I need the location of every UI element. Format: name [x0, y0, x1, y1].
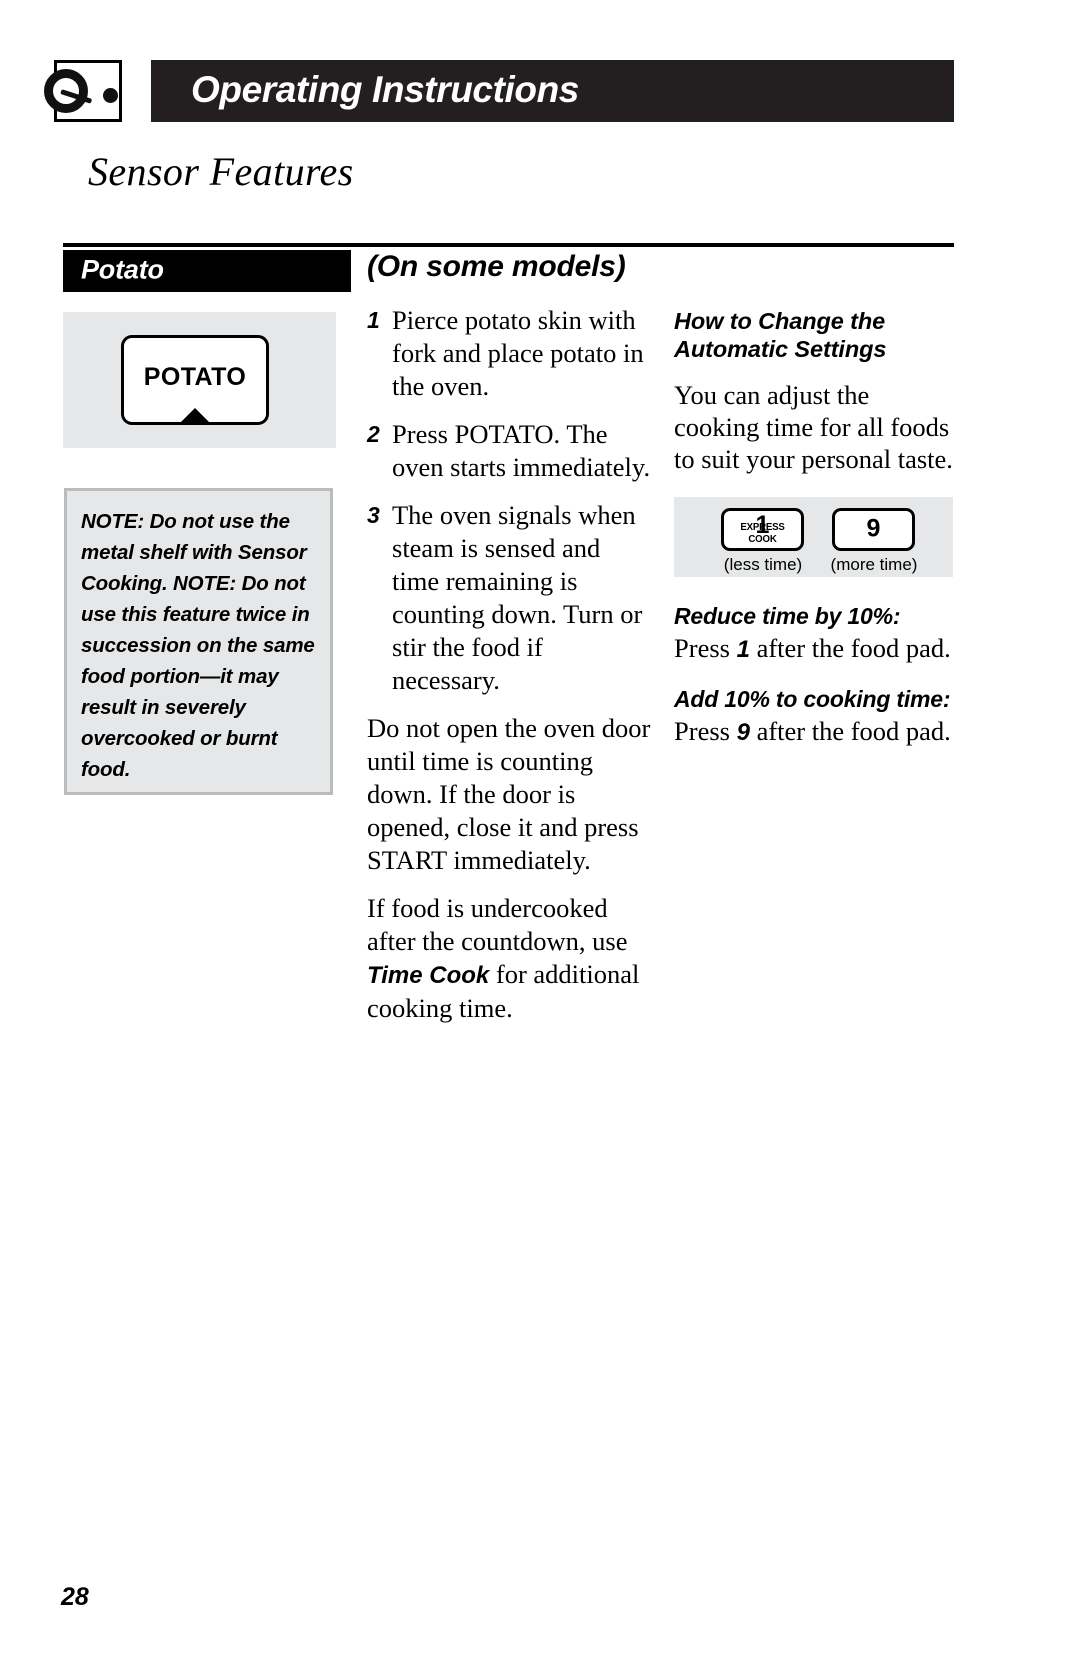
potato-banner: Potato	[63, 250, 351, 292]
intro-paragraph: You can adjust the cooking time for all …	[674, 380, 953, 474]
express-cook-1-key[interactable]: 1 EXPRESS COOK	[721, 508, 804, 551]
step-text: The oven signals when steam is sensed an…	[392, 500, 643, 695]
page-header: Operating Instructions	[44, 60, 954, 122]
manual-page: Operating Instructions Sensor Features P…	[0, 0, 1080, 1669]
list-item: 3 The oven signals when steam is sensed …	[367, 499, 652, 697]
body-paragraph: Do not open the oven door until time is …	[367, 713, 651, 875]
potato-key-label: POTATO	[143, 363, 247, 392]
add-time-body: Press 9 after the food pad.	[674, 715, 956, 749]
models-heading: (On some models)	[367, 250, 626, 283]
reduce-tail: after the food pad.	[749, 633, 951, 663]
reduce-lead: Press	[674, 633, 737, 663]
step-number: 3	[367, 502, 380, 528]
middle-column: (On some models) 1 Pierce potato skin wi…	[367, 250, 652, 1040]
page-title: Operating Instructions	[191, 69, 579, 111]
microwave-dial-icon	[44, 60, 122, 122]
dial-dot	[103, 88, 118, 103]
key-digit: 9	[866, 513, 881, 542]
key-sublabel: EXPRESS COOK	[740, 521, 785, 545]
add-tail: after the food pad.	[749, 716, 951, 746]
key-9[interactable]: 9	[832, 508, 915, 551]
horizontal-rule	[63, 243, 954, 247]
add-lead: Press	[674, 716, 737, 746]
paragraph-text-lead: If food is undercooked after the countdo…	[367, 893, 628, 956]
potato-pad-panel: POTATO	[63, 312, 336, 448]
page-number: 28	[61, 1583, 89, 1611]
reduce-key-number: 1	[736, 636, 750, 663]
header-bar: Operating Instructions	[151, 60, 954, 122]
time-adjust-panel: 1 EXPRESS COOK 9 (less time) (more time)	[674, 497, 953, 577]
reduce-time-body: Press 1 after the food pad.	[674, 632, 956, 666]
key-notch-icon	[179, 408, 211, 424]
how-to-change-heading: How to Change the Automatic Settings	[674, 308, 887, 362]
time-cook-emphasis: Time Cook	[367, 962, 490, 989]
potato-key-button[interactable]: POTATO	[121, 335, 269, 425]
note-box: NOTE: Do not use the metal shelf with Se…	[64, 488, 333, 795]
step-number: 2	[367, 421, 380, 447]
potato-banner-label: Potato	[81, 254, 164, 285]
more-time-label: (more time)	[830, 555, 918, 574]
less-time-label: (less time)	[723, 555, 803, 574]
reduce-time-heading: Reduce time by 10%:	[674, 603, 901, 629]
add-key-number: 9	[736, 719, 750, 746]
step-text: Pierce potato skin with fork and place p…	[392, 305, 644, 401]
step-number: 1	[367, 307, 380, 333]
body-paragraph: If food is undercooked after the countdo…	[367, 892, 652, 1025]
step-text: Press POTATO. The oven starts immediatel…	[392, 419, 651, 482]
right-column: How to Change the Automatic Settings You…	[674, 307, 956, 769]
list-item: 1 Pierce potato skin with fork and place…	[367, 304, 652, 403]
section-title: Sensor Features	[88, 149, 354, 194]
note-text: NOTE: Do not use the metal shelf with Se…	[81, 510, 315, 781]
list-item: 2 Press POTATO. The oven starts immediat…	[367, 418, 652, 484]
add-time-heading: Add 10% to cooking time:	[674, 686, 951, 712]
